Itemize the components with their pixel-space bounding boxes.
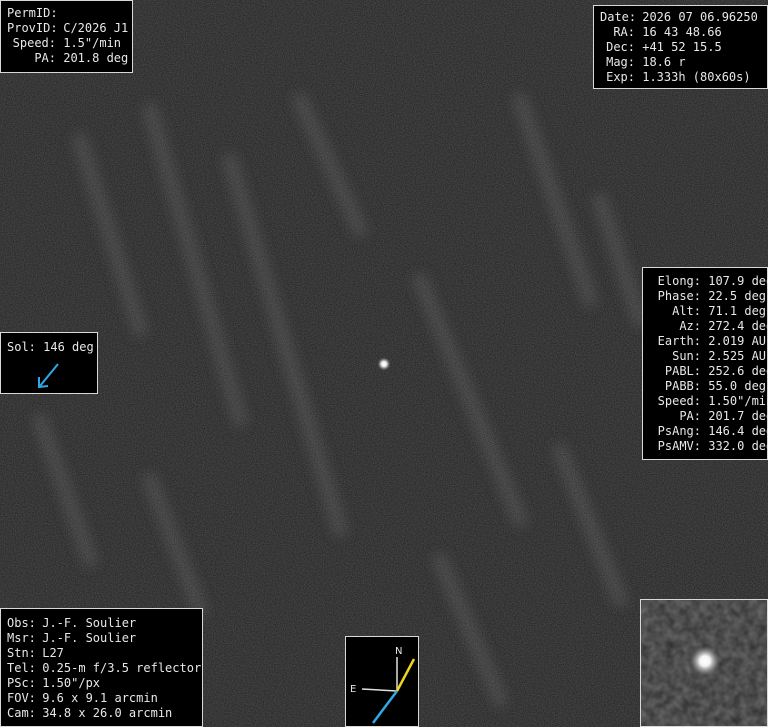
comet-target <box>377 357 391 371</box>
pa-row: PA: 201.8 deg <box>34 51 129 65</box>
stat-row: Phase: 22.5 deg <box>657 289 767 303</box>
permid-row: PermID: <box>7 6 58 20</box>
station-row: Stn: L27 <box>7 646 64 660</box>
stat-row: Speed: 1.50"/min <box>657 394 768 408</box>
thumbnail-image <box>641 600 767 726</box>
telescope-row: Tel: 0.25-m f/3.5 reflector <box>7 661 202 675</box>
stat-row: PABL: 252.6 deg <box>664 364 768 378</box>
observation-info-panel: Date: 2026 07 06.96250 RA: 16 43 48.66 D… <box>593 5 768 89</box>
dec-row: Dec: +41 52 15.5 <box>606 40 722 54</box>
stat-row: PABB: 55.0 deg <box>664 379 767 393</box>
speed-row: Speed: 1.5"/min <box>12 36 122 50</box>
target-zoom-thumbnail <box>640 599 768 727</box>
ra-row: RA: 16 43 48.66 <box>613 25 722 39</box>
north-label: N <box>395 646 402 657</box>
observer-info-panel: Obs: J.-F. Soulier Msr: J.-F. Soulier St… <box>0 608 203 727</box>
geometry-stats-panel: Elong: 107.9 deg Phase: 22.5 deg Alt: 71… <box>642 267 768 460</box>
stat-row: Alt: 71.1 deg <box>672 304 767 318</box>
mag-row: Mag: 18.6 r <box>606 55 686 69</box>
compass-icon: N E <box>350 646 416 724</box>
sun-angle-label: Sol: 146 deg <box>7 340 94 354</box>
target-info-panel: PermID: ProvID: C/2026 J1 Speed: 1.5"/mi… <box>0 0 133 73</box>
sun-direction-arrow-icon <box>38 363 59 389</box>
stat-row: Sun: 2.525 AU <box>672 349 767 363</box>
measurer-row: Msr: J.-F. Soulier <box>7 631 137 645</box>
date-row: Date: 2026 07 06.96250 <box>600 10 758 24</box>
sun-direction-panel: Sol: 146 deg <box>0 332 98 394</box>
stat-row: PsAng: 146.4 deg <box>657 424 768 438</box>
observer-row: Obs: J.-F. Soulier <box>7 616 137 630</box>
stat-row: Elong: 107.9 deg <box>657 274 768 288</box>
pixel-scale-row: PSc: 1.50"/px <box>7 676 101 690</box>
east-label: E <box>350 684 356 695</box>
stat-row: PA: 201.7 deg <box>679 409 768 423</box>
provid-row: ProvID: C/2026 J1 <box>7 21 129 35</box>
orientation-compass: N E <box>345 636 419 727</box>
fov-row: FOV: 9.6 x 9.1 arcmin <box>7 691 158 705</box>
stat-row: Earth: 2.019 AU <box>657 334 767 348</box>
stat-row: Az: 272.4 deg <box>679 319 768 333</box>
exp-row: Exp: 1.333h (80x60s) <box>606 70 751 84</box>
camera-row: Cam: 34.8 x 26.0 arcmin <box>7 706 173 720</box>
stat-row: PsAMV: 332.0 deg <box>657 439 768 453</box>
